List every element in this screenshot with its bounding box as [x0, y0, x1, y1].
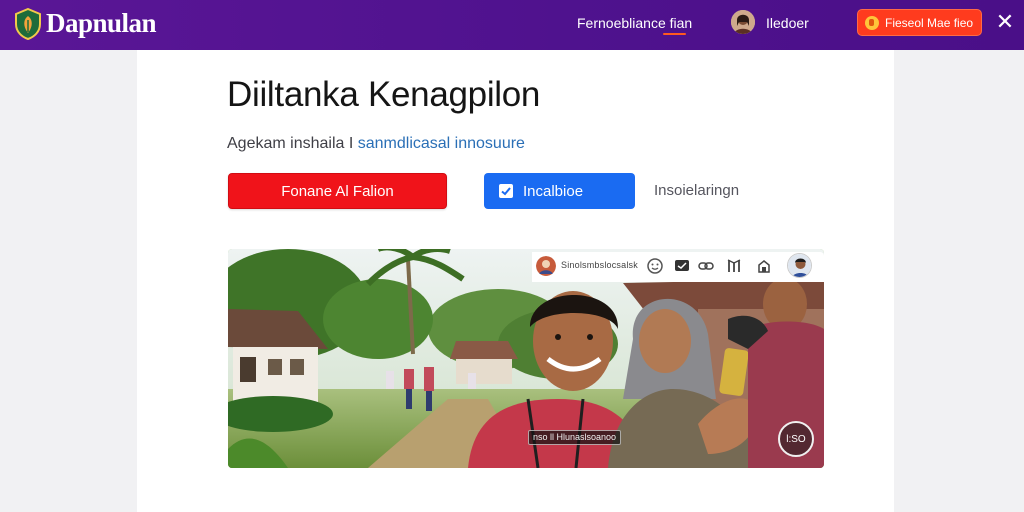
- header-cta-label: Fieseol Mae fieo: [885, 15, 974, 30]
- user-avatar[interactable]: [731, 10, 755, 34]
- header-cta-button[interactable]: Fieseol Mae fieo: [857, 9, 982, 36]
- channel-avatar[interactable]: [536, 256, 556, 276]
- top-navigation-bar: Dapnulan Fernoebliance fian Iledoer Fies…: [0, 0, 1024, 50]
- smile-icon[interactable]: [646, 257, 664, 275]
- message-icon[interactable]: [673, 257, 691, 275]
- checkbox-icon[interactable]: [499, 184, 513, 198]
- link-icon[interactable]: [697, 257, 715, 275]
- toolbar-caption: Sinolsmbslocsalsk: [561, 260, 638, 270]
- user-name[interactable]: Iledoer: [766, 14, 809, 32]
- viewer-avatar[interactable]: [787, 253, 812, 278]
- active-nav-indicator: [663, 33, 686, 35]
- brand-name[interactable]: Dapnulan: [46, 8, 157, 38]
- subtitle-text: Agekam inshaila I: [227, 135, 354, 152]
- page-subtitle: Agekam inshaila I sanmdlicasal innosuure: [227, 134, 525, 154]
- close-icon[interactable]: ✕: [995, 10, 1015, 34]
- subtitle-link[interactable]: sanmdlicasal innosuure: [358, 135, 525, 152]
- secondary-button-label: Incalbioe: [523, 182, 584, 200]
- shield-logo-icon[interactable]: [14, 8, 42, 40]
- badge-icon: [865, 15, 879, 30]
- play-button[interactable]: l:SO: [778, 421, 814, 457]
- share-icon[interactable]: [755, 257, 773, 275]
- secondary-action-button[interactable]: Incalbioe: [484, 173, 635, 209]
- nav-link[interactable]: Fernoebliance fian: [577, 14, 692, 32]
- bookmark-icon[interactable]: [725, 257, 743, 275]
- text-link[interactable]: Insoielaringn: [654, 182, 739, 199]
- page-title: Diiltanka Kenagpilon: [227, 75, 541, 114]
- video-caption-overlay: nso ll Hlunaslsoanoo: [528, 430, 622, 445]
- primary-action-button[interactable]: Fonane Al Falion: [228, 173, 447, 209]
